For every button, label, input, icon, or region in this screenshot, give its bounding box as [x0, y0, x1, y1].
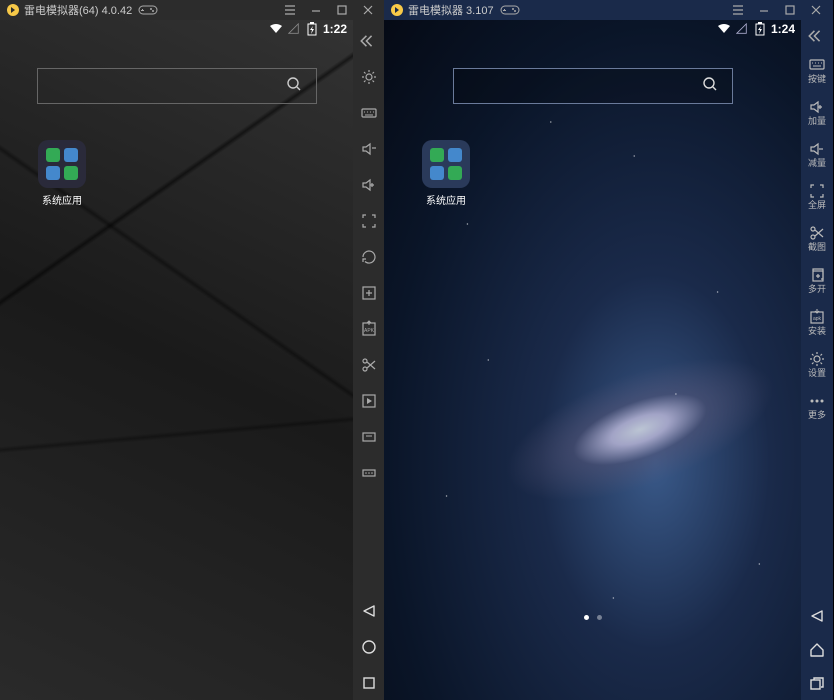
recents-icon[interactable] [355, 668, 383, 698]
titlebar-right: 雷电模拟器 3.107 [384, 0, 833, 20]
svg-text:apk: apk [813, 316, 822, 322]
gamepad-icon[interactable] [138, 4, 158, 16]
back-icon[interactable] [803, 602, 831, 630]
volume-down-icon[interactable] [355, 134, 383, 164]
scissors-icon[interactable] [355, 350, 383, 380]
settings-button[interactable]: 设置 [803, 346, 831, 382]
close-icon[interactable] [357, 1, 379, 19]
rotate-icon[interactable] [355, 242, 383, 272]
menu-icon[interactable] [279, 1, 301, 19]
search-bar[interactable] [37, 68, 317, 104]
maximize-icon[interactable] [779, 1, 801, 19]
home-icon[interactable] [803, 636, 831, 664]
app-folder-system[interactable]: 系统应用 [414, 140, 478, 207]
add-icon[interactable] [355, 278, 383, 308]
status-bar: 1:22 [269, 22, 347, 36]
volume-down-button[interactable]: 减量 [803, 136, 831, 172]
screen-icon[interactable] [355, 422, 383, 452]
more-button[interactable]: 更多 [803, 388, 831, 424]
fullscreen-icon[interactable] [355, 206, 383, 236]
folder-icon [422, 140, 470, 188]
back-icon[interactable] [355, 596, 383, 626]
status-time: 1:22 [323, 22, 347, 36]
battery-icon [305, 22, 319, 36]
more-icon[interactable] [355, 458, 383, 488]
signal-icon [287, 22, 301, 36]
settings-icon[interactable] [355, 62, 383, 92]
battery-icon [753, 22, 767, 36]
recents-icon[interactable] [803, 670, 831, 698]
page-indicator [584, 615, 602, 620]
svg-text:APK: APK [364, 328, 375, 334]
close-icon[interactable] [805, 1, 827, 19]
home-icon[interactable] [355, 632, 383, 662]
minimize-icon[interactable] [305, 1, 327, 19]
collapse-icon[interactable] [803, 26, 831, 46]
titlebar-left: 雷电模拟器(64) 4.0.42 [0, 0, 385, 20]
signal-icon [735, 22, 749, 36]
search-icon [702, 76, 718, 97]
multi-instance-button[interactable]: 多开 [803, 262, 831, 298]
window-title: 雷电模拟器 3.107 [408, 2, 494, 18]
apk-icon[interactable]: APK [355, 314, 383, 344]
app-logo-icon [6, 3, 20, 17]
fullscreen-button[interactable]: 全屏 [803, 178, 831, 214]
menu-icon[interactable] [727, 1, 749, 19]
keymap-button[interactable]: 按键 [803, 52, 831, 88]
android-screen-right[interactable]: 1:24 系统应用 [384, 20, 801, 700]
screenshot-button[interactable]: 截图 [803, 220, 831, 256]
minimize-icon[interactable] [753, 1, 775, 19]
volume-up-button[interactable]: 加量 [803, 94, 831, 130]
status-bar: 1:24 [717, 22, 795, 36]
app-folder-label: 系统应用 [30, 192, 94, 207]
window-title: 雷电模拟器(64) 4.0.42 [24, 2, 132, 18]
gamepad-icon[interactable] [500, 4, 520, 16]
toolbar-left: APK [353, 20, 385, 700]
search-icon [286, 76, 302, 97]
app-folder-label: 系统应用 [414, 192, 478, 207]
wifi-icon [269, 22, 283, 36]
install-apk-button[interactable]: apk安装 [803, 304, 831, 340]
maximize-icon[interactable] [331, 1, 353, 19]
app-logo-icon [390, 3, 404, 17]
collapse-icon[interactable] [355, 26, 383, 56]
app-folder-system[interactable]: 系统应用 [30, 140, 94, 207]
folder-icon [38, 140, 86, 188]
emulator-left: 雷电模拟器(64) 4.0.42 1:22 系统应用 [0, 0, 385, 700]
android-screen-left[interactable]: 1:22 系统应用 [0, 20, 353, 700]
status-time: 1:24 [771, 22, 795, 36]
volume-up-icon[interactable] [355, 170, 383, 200]
wifi-icon [717, 22, 731, 36]
play-icon[interactable] [355, 386, 383, 416]
keyboard-icon[interactable] [355, 98, 383, 128]
toolbar-right: 按键 加量 减量 全屏 截图 多开 apk安装 设置 更多 [801, 20, 833, 700]
search-bar[interactable] [453, 68, 733, 104]
emulator-right: 雷电模拟器 3.107 1:24 系统应用 [384, 0, 833, 700]
